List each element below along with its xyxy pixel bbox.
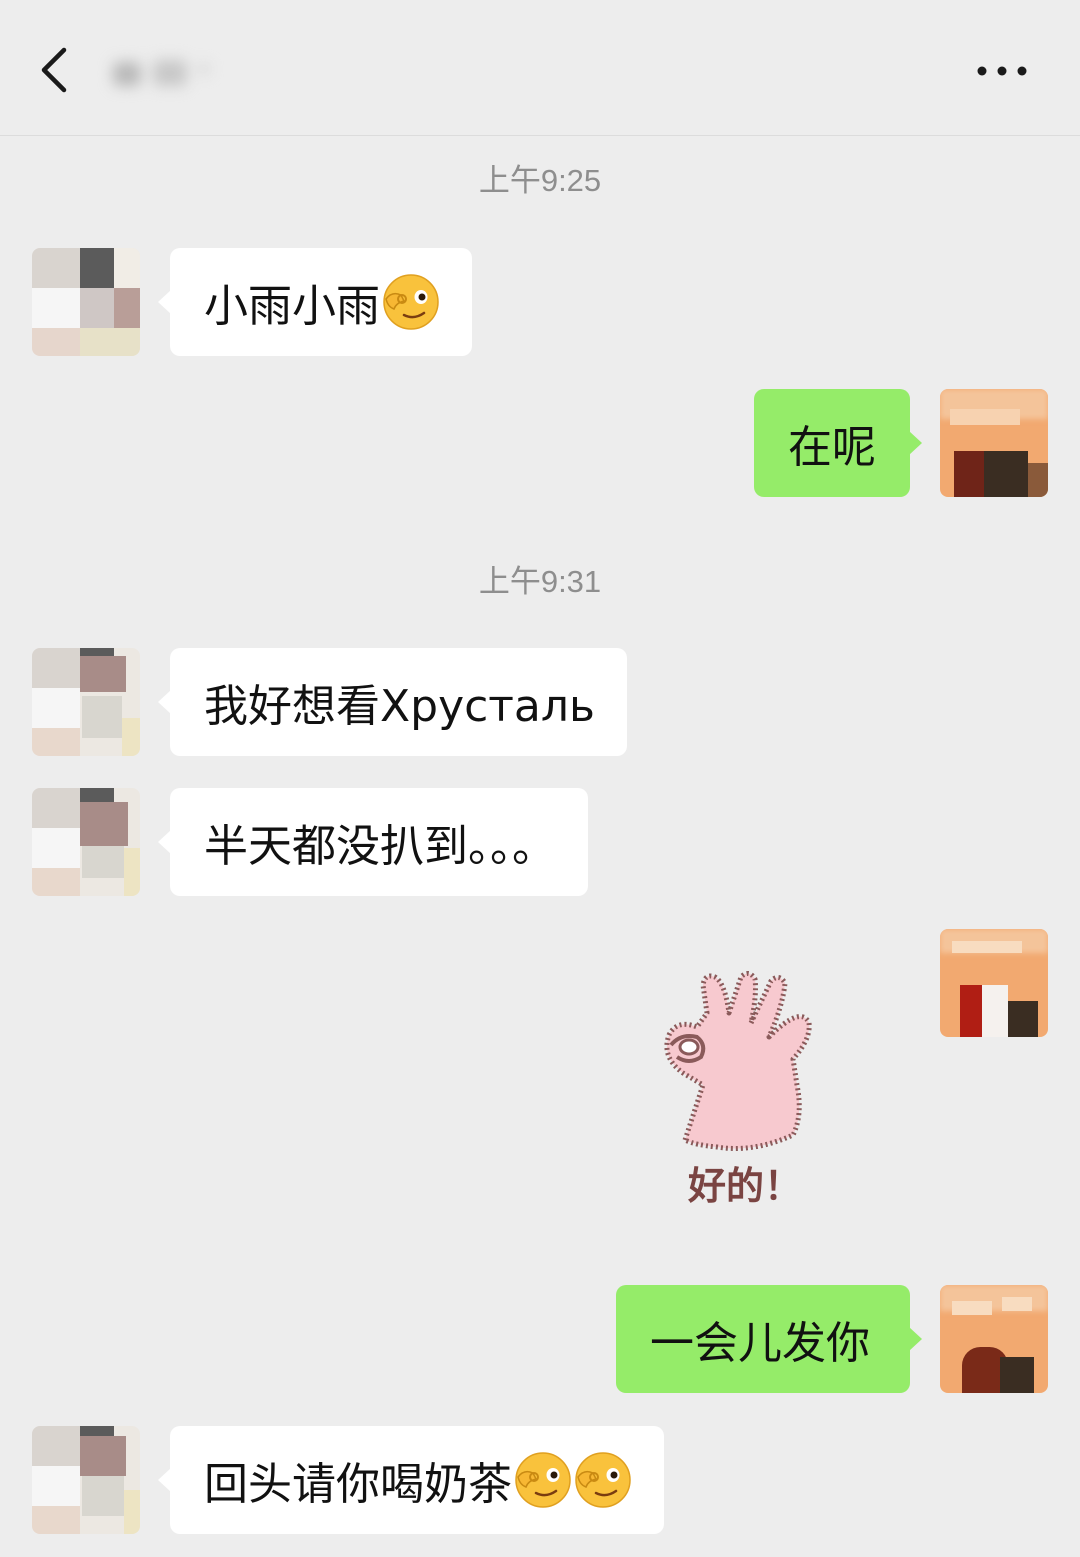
message-bubble[interactable]: 小雨小雨 — [158, 248, 472, 356]
wink-emoji-icon — [383, 274, 439, 330]
message-text: 回头请你喝奶茶 — [204, 1459, 512, 1510]
message-text: 半天都没扒到。。。 — [204, 821, 556, 872]
message-text: 小雨小雨 — [204, 281, 380, 332]
timestamp: 上午9:31 — [478, 564, 602, 599]
avatar[interactable] — [32, 248, 140, 356]
message-bubble[interactable]: 半天都没扒到。。。 — [158, 788, 588, 896]
timestamp: 上午9:25 — [478, 163, 602, 198]
more-dots-icon — [977, 66, 1027, 76]
avatar[interactable] — [940, 1285, 1048, 1393]
contact-name-blurred — [105, 52, 215, 92]
message-bubble[interactable]: 回头请你喝奶茶 — [158, 1426, 664, 1534]
avatar[interactable] — [940, 389, 1048, 497]
avatar[interactable] — [32, 788, 140, 896]
message-bubble[interactable]: 我好想看Хрусталь — [158, 648, 627, 756]
message-text: 在呢 — [788, 422, 876, 473]
avatar[interactable] — [32, 648, 140, 756]
wink-emoji-icon — [575, 1452, 631, 1508]
message-text: 一会儿发你 — [650, 1318, 870, 1369]
chat-header — [0, 0, 1080, 136]
ok-hand-sticker-icon: 好的！ — [664, 971, 812, 1208]
avatar[interactable] — [940, 929, 1048, 1037]
avatar[interactable] — [32, 1426, 140, 1534]
wink-emoji-icon — [515, 1452, 571, 1508]
more-button[interactable] — [974, 56, 1030, 86]
back-button[interactable] — [30, 40, 90, 100]
message-bubble[interactable]: 一会儿发你 — [616, 1285, 922, 1393]
message-bubble[interactable]: 在呢 — [754, 389, 922, 497]
sticker-caption: 好的！ — [687, 1164, 802, 1208]
sticker-message[interactable]: 好的！ — [645, 965, 845, 1215]
message-text: 我好想看Хрусталь — [204, 681, 595, 732]
chevron-left-icon — [41, 47, 67, 93]
